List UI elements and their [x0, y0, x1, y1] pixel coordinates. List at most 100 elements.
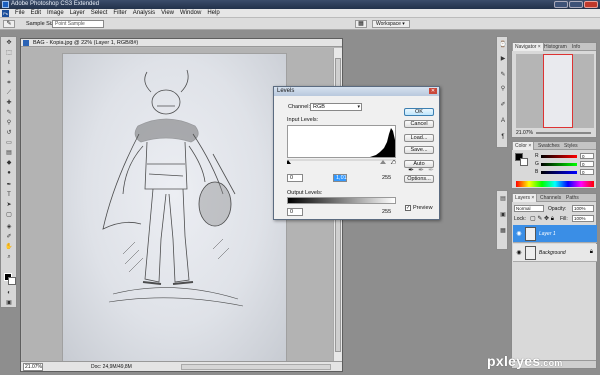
zoom-tool-icon[interactable]: ⌕: [4, 253, 14, 261]
levels-titlebar[interactable]: Levels: [274, 87, 439, 96]
menu-layer[interactable]: Layer: [67, 10, 88, 16]
load-button[interactable]: Load...: [404, 134, 434, 142]
clone-stamp-tool-icon[interactable]: ⚲: [4, 119, 14, 127]
tool-presets-icon[interactable]: ✐: [499, 101, 507, 109]
menu-edit[interactable]: Edit: [28, 10, 44, 16]
type-tool-icon[interactable]: T: [4, 191, 14, 199]
maximize-button[interactable]: [569, 1, 583, 8]
layer-row-layer-1[interactable]: ◉ Layer 1: [513, 225, 597, 243]
navigator-preview[interactable]: [516, 54, 594, 128]
crop-tool-icon[interactable]: ⌗: [4, 79, 14, 87]
options-button[interactable]: Options...: [404, 175, 434, 183]
tab-color[interactable]: Color ×: [512, 142, 535, 150]
tab-info[interactable]: Info: [570, 43, 582, 51]
clone-source-icon[interactable]: ⚲: [499, 85, 507, 93]
healing-tool-icon[interactable]: ✚: [4, 99, 14, 107]
tab-histogram[interactable]: Histogram: [542, 43, 569, 51]
input-white-field[interactable]: 255: [382, 175, 391, 181]
brush-tool-icon[interactable]: ✎: [4, 109, 14, 117]
input-black-field[interactable]: 0: [287, 174, 303, 182]
preview-checkbox[interactable]: ✓ Preview: [405, 205, 433, 211]
eyedropper-icon[interactable]: ✎: [3, 20, 15, 28]
ok-button[interactable]: OK: [404, 108, 434, 116]
checkbox-check-icon[interactable]: ✓: [405, 205, 411, 211]
eraser-tool-icon[interactable]: ▭: [4, 139, 14, 147]
workspace-button[interactable]: Workspace ▾: [372, 20, 410, 28]
document-horizontal-scrollbar[interactable]: [181, 364, 331, 370]
paragraph-icon[interactable]: ¶: [499, 133, 507, 141]
opacity-field[interactable]: 100%: [572, 205, 594, 212]
tab-navigator[interactable]: Navigator ×: [512, 43, 544, 51]
cancel-button[interactable]: Cancel: [404, 120, 434, 128]
layer-name[interactable]: Background: [539, 250, 566, 256]
doc-size-info[interactable]: Doc: 24,9M/49,8M: [91, 362, 132, 372]
eyedropper-tool-icon[interactable]: ✐: [4, 233, 14, 241]
red-slider[interactable]: [541, 155, 577, 158]
ps-logo-icon[interactable]: Ps: [2, 9, 9, 17]
menu-window[interactable]: Window: [177, 10, 204, 16]
green-slider[interactable]: [541, 163, 577, 166]
animation-icon[interactable]: ▣: [499, 211, 507, 219]
navigator-view-box[interactable]: [543, 54, 573, 128]
output-white-field[interactable]: 255: [382, 209, 391, 215]
menu-select[interactable]: Select: [88, 10, 111, 16]
actions-icon[interactable]: ▶: [499, 55, 507, 63]
close-button[interactable]: [584, 1, 598, 8]
path-selection-tool-icon[interactable]: ➤: [4, 201, 14, 209]
color-ramp[interactable]: [516, 181, 594, 187]
tab-paths[interactable]: Paths: [564, 194, 581, 202]
navigator-zoom-slider[interactable]: [536, 132, 591, 134]
layer-name[interactable]: Layer 1: [539, 231, 556, 237]
blue-slider[interactable]: [541, 171, 577, 174]
menu-analysis[interactable]: Analysis: [130, 10, 158, 16]
tab-swatches[interactable]: Swatches: [536, 142, 562, 150]
layer-row-background[interactable]: ◉ Background 🔒︎: [513, 244, 597, 262]
fill-field[interactable]: 100%: [572, 215, 594, 222]
menu-help[interactable]: Help: [204, 10, 222, 16]
magic-wand-tool-icon[interactable]: ✶: [4, 69, 14, 77]
tab-layers[interactable]: Layers ×: [512, 194, 538, 202]
quick-mask-icon[interactable]: ◐: [4, 289, 14, 297]
navigator-zoom[interactable]: 21.07%: [516, 130, 533, 136]
menu-file[interactable]: File: [12, 10, 28, 16]
workspace-icon[interactable]: ▦: [355, 20, 367, 28]
color-background-swatch[interactable]: [520, 158, 528, 166]
gradient-tool-icon[interactable]: ▤: [4, 149, 14, 157]
menu-image[interactable]: Image: [44, 10, 67, 16]
measurement-log-icon[interactable]: ▦: [499, 227, 507, 235]
eye-icon[interactable]: ◉: [515, 230, 523, 238]
output-black-field[interactable]: 0: [287, 208, 303, 216]
save-button[interactable]: Save...: [404, 146, 434, 154]
menu-filter[interactable]: Filter: [110, 10, 129, 16]
tab-channels[interactable]: Channels: [538, 194, 563, 202]
brushes-icon[interactable]: ✎: [499, 71, 507, 79]
lasso-tool-icon[interactable]: ℓ: [4, 59, 14, 67]
close-icon[interactable]: ✕: [429, 88, 437, 94]
sample-size-select[interactable]: Point Sample: [52, 20, 104, 28]
black-eyedropper-icon[interactable]: ✒: [407, 167, 415, 175]
zoom-field[interactable]: 21.07%: [23, 363, 43, 371]
blur-tool-icon[interactable]: ◆: [4, 159, 14, 167]
slice-tool-icon[interactable]: ⟋: [4, 89, 14, 97]
move-tool-icon[interactable]: ✥: [4, 39, 14, 47]
input-levels-slider[interactable]: [287, 159, 396, 164]
hand-tool-icon[interactable]: ✋: [4, 243, 14, 251]
3d-tool-icon[interactable]: ◈: [4, 223, 14, 231]
red-value[interactable]: 0: [580, 153, 594, 159]
marquee-tool-icon[interactable]: ⬚: [4, 49, 14, 57]
character-icon[interactable]: A: [499, 117, 507, 125]
background-color-swatch[interactable]: [8, 277, 16, 285]
tab-styles[interactable]: Styles: [562, 142, 580, 150]
blue-value[interactable]: 0: [580, 169, 594, 175]
history-brush-tool-icon[interactable]: ↺: [4, 129, 14, 137]
white-eyedropper-icon[interactable]: ✒: [427, 167, 435, 175]
document-titlebar[interactable]: BAG - Kopia.jpg @ 22% (Layer 1, RGB/8#): [21, 39, 342, 47]
minimize-button[interactable]: [554, 1, 568, 8]
layer-comps-icon[interactable]: ▤: [499, 195, 507, 203]
blend-mode-select[interactable]: Normal: [514, 205, 544, 212]
dodge-tool-icon[interactable]: ●: [4, 169, 14, 177]
eye-icon[interactable]: ◉: [515, 249, 523, 257]
screen-mode-icon[interactable]: ▣: [4, 299, 14, 307]
menu-view[interactable]: View: [158, 10, 177, 16]
history-icon[interactable]: ⌚: [499, 41, 507, 49]
